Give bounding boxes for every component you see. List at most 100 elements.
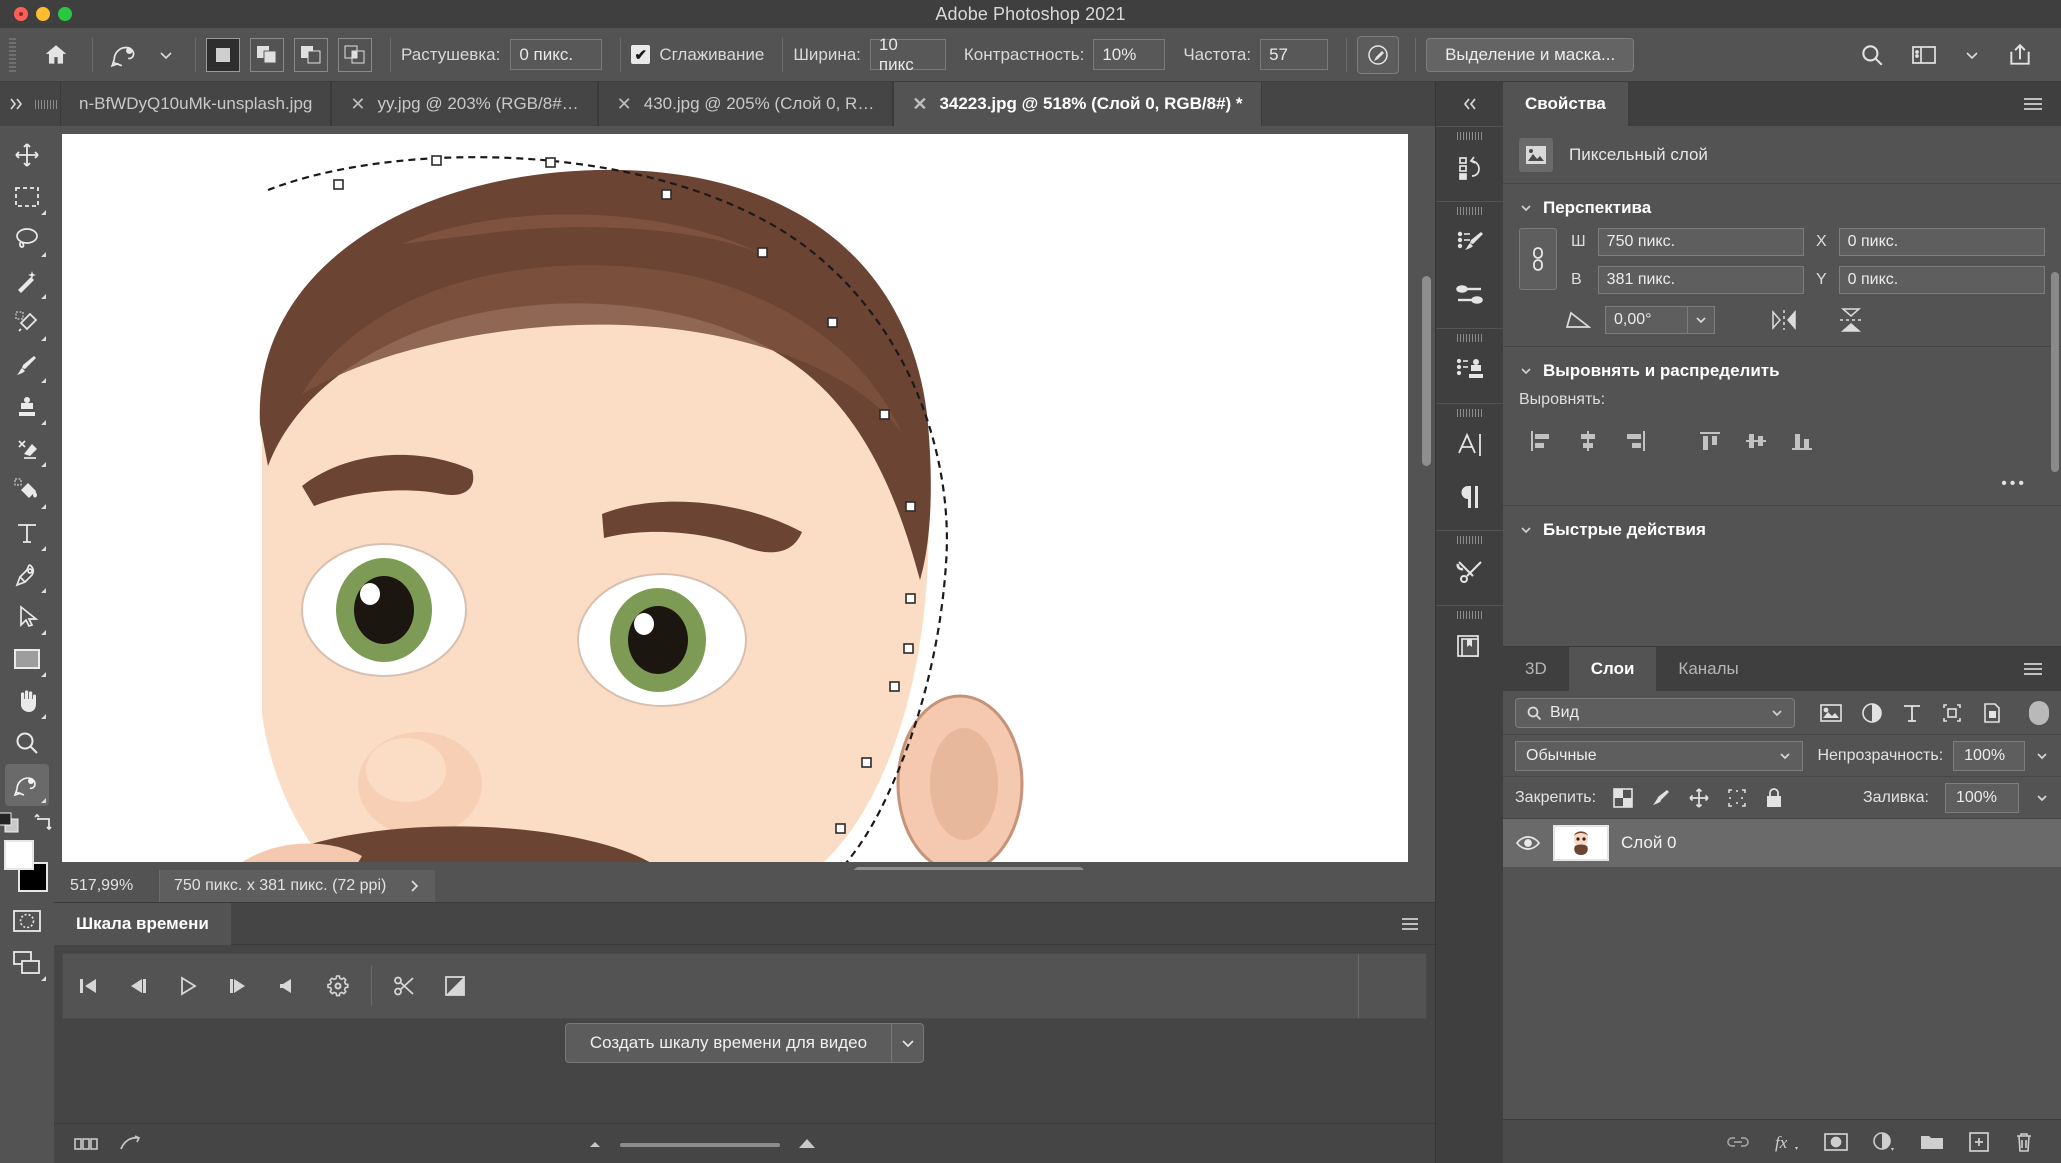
tab-channels[interactable]: Каналы <box>1656 647 1760 691</box>
document-tab-0[interactable]: n-BfWDyQ10uMk-unsplash.jpg <box>60 82 332 126</box>
document-size-info[interactable]: 750 пикс. x 381 пикс. (72 ppi) <box>159 870 436 902</box>
dock-grip[interactable] <box>1436 130 1503 142</box>
align-right-edges-button[interactable] <box>1611 421 1657 461</box>
dock-grip[interactable] <box>1436 534 1503 546</box>
path-selection-tool[interactable] <box>5 596 49 638</box>
layer-visibility-toggle[interactable] <box>1515 834 1541 852</box>
marquee-tool[interactable] <box>5 176 49 218</box>
filter-shape-icon[interactable] <box>1941 702 1963 724</box>
history-panel-icon[interactable] <box>1436 142 1503 194</box>
share-button[interactable] <box>1997 36 2043 74</box>
workspace-dropdown[interactable] <box>1953 36 1991 74</box>
chevron-down-icon[interactable] <box>892 1023 925 1063</box>
tab-close-icon[interactable]: ✕ <box>350 95 365 113</box>
filter-adjustment-icon[interactable] <box>1861 702 1883 724</box>
tab-close-icon[interactable]: ✕ <box>912 95 927 113</box>
workspace-button[interactable] <box>1901 36 1947 74</box>
properties-scrollbar[interactable] <box>2051 272 2059 472</box>
chevron-down-icon[interactable] <box>2035 749 2049 763</box>
tab-3d[interactable]: 3D <box>1503 647 1569 691</box>
new-group-icon[interactable] <box>1919 1132 1945 1152</box>
split-clip-button[interactable] <box>380 964 430 1008</box>
zoom-level[interactable]: 517,99% <box>54 877 159 895</box>
eyedropper-tool[interactable] <box>5 302 49 344</box>
eraser-tool[interactable] <box>5 428 49 470</box>
screen-mode-button[interactable] <box>5 942 49 984</box>
brush-tool[interactable] <box>5 344 49 386</box>
panel-menu-icon[interactable] <box>2005 647 2061 691</box>
audio-button[interactable] <box>263 964 313 1008</box>
width-input[interactable]: 10 пикс <box>869 35 946 74</box>
lock-transparent-pixels-icon[interactable] <box>1612 787 1634 809</box>
delete-layer-icon[interactable] <box>2013 1131 2035 1153</box>
slider-track[interactable] <box>620 1143 780 1147</box>
canvas-area[interactable] <box>54 126 1435 886</box>
antialias-checkbox[interactable]: ✔ <box>631 45 651 64</box>
filmstrip-button[interactable] <box>64 1136 108 1152</box>
canvas-vertical-scrollbar[interactable] <box>1422 276 1431 466</box>
tab-close-icon[interactable]: ✕ <box>617 95 632 113</box>
layer-row[interactable]: Слой 0 <box>1503 819 2061 867</box>
settings-button[interactable] <box>313 964 363 1008</box>
angle-input[interactable]: 0,00° <box>1605 306 1687 334</box>
options-bar-grip[interactable] <box>4 37 20 72</box>
current-tool-button[interactable] <box>103 36 147 74</box>
brushes-panel-icon[interactable] <box>1436 269 1503 321</box>
create-video-timeline-button[interactable]: Создать шкалу времени для видео <box>564 1023 925 1063</box>
character-panel-icon[interactable] <box>1436 419 1503 471</box>
tool-presets-panel-icon[interactable] <box>1436 546 1503 598</box>
paragraph-panel-icon[interactable] <box>1436 471 1503 523</box>
select-and-mask-button[interactable]: Выделение и маска... <box>1426 37 1635 72</box>
new-selection-button[interactable] <box>206 37 240 72</box>
panel-menu-icon[interactable] <box>2005 82 2061 126</box>
foreground-color-swatch[interactable] <box>4 840 34 870</box>
adjustment-layer-icon[interactable] <box>1871 1131 1897 1153</box>
lock-all-icon[interactable] <box>1764 787 1784 809</box>
quick-selection-tool[interactable] <box>5 260 49 302</box>
clone-source-panel-icon[interactable] <box>1436 344 1503 396</box>
height-input[interactable]: 381 пикс. <box>1597 266 1804 294</box>
magnetic-lasso-tool[interactable] <box>5 764 49 806</box>
clone-stamp-tool[interactable] <box>5 386 49 428</box>
dock-grip[interactable] <box>1436 205 1503 217</box>
intersect-selection-button[interactable] <box>338 37 372 72</box>
zoom-tool[interactable] <box>5 722 49 764</box>
lasso-tool[interactable] <box>5 218 49 260</box>
tool-preset-dropdown[interactable] <box>147 36 185 74</box>
previous-frame-button[interactable] <box>113 964 163 1008</box>
swap-colors-icon[interactable] <box>34 812 56 834</box>
new-layer-icon[interactable] <box>1967 1131 1991 1153</box>
layer-mask-icon[interactable] <box>1823 1132 1849 1152</box>
subtract-from-selection-button[interactable] <box>294 37 328 72</box>
next-frame-button[interactable] <box>213 964 263 1008</box>
layer-filter-select[interactable]: Вид <box>1515 697 1795 728</box>
search-button[interactable] <box>1849 36 1895 74</box>
collapse-panels-button[interactable] <box>1436 82 1503 126</box>
link-dimensions-button[interactable] <box>1519 228 1557 290</box>
lock-position-icon[interactable] <box>1688 787 1710 809</box>
libraries-panel-icon[interactable] <box>1436 621 1503 673</box>
width-input[interactable]: 750 пикс. <box>1597 228 1804 256</box>
flip-horizontal-button[interactable] <box>1769 308 1799 332</box>
pen-tool[interactable] <box>5 554 49 596</box>
filter-smart-object-icon[interactable] <box>1981 702 2003 724</box>
filter-pixel-icon[interactable] <box>1819 703 1843 723</box>
tab-bar-grip[interactable] <box>32 82 60 126</box>
lock-artboard-icon[interactable] <box>1726 787 1748 809</box>
align-horizontal-centers-button[interactable] <box>1565 421 1611 461</box>
frequency-input[interactable]: 57 <box>1260 39 1329 70</box>
move-tool[interactable] <box>5 134 49 176</box>
x-input[interactable]: 0 пикс. <box>1838 228 2045 256</box>
default-colors-icon[interactable] <box>0 812 20 834</box>
tablet-pressure-button[interactable] <box>1357 35 1400 74</box>
brush-settings-panel-icon[interactable] <box>1436 217 1503 269</box>
transition-button[interactable] <box>430 964 480 1008</box>
layer-thumbnail[interactable] <box>1553 825 1609 861</box>
filter-type-icon[interactable] <box>1901 702 1923 724</box>
align-section-title[interactable]: Выровнять и распределить <box>1503 361 2061 391</box>
align-left-edges-button[interactable] <box>1519 421 1565 461</box>
gradient-tool[interactable] <box>5 470 49 512</box>
filter-toggle-icon[interactable] <box>2029 700 2049 725</box>
triangle-large-icon[interactable] <box>794 1137 820 1153</box>
chevron-down-icon[interactable] <box>2035 791 2049 805</box>
